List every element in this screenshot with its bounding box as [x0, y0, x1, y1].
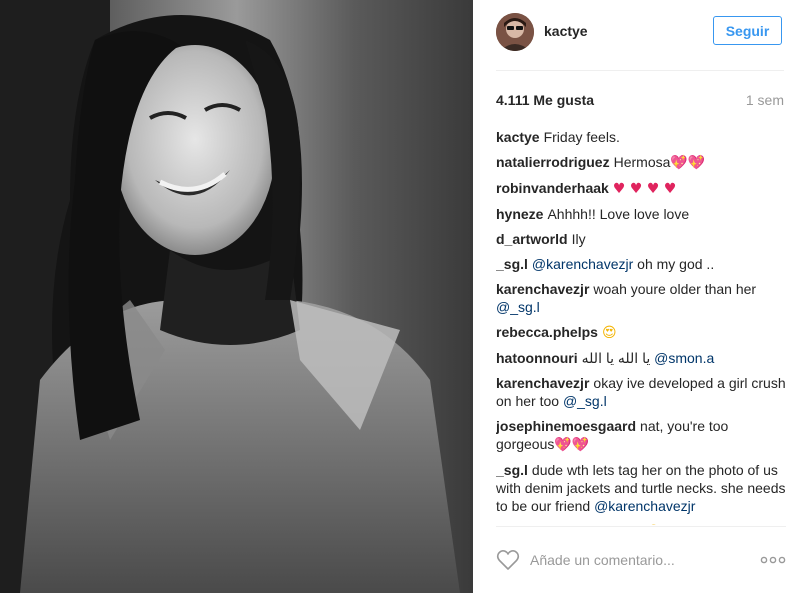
comment-item: hyneze Ahhhh!! Love love love [496, 205, 786, 223]
follow-button[interactable]: Seguir [713, 16, 782, 45]
comment-item: d_artworld Ily [496, 230, 786, 248]
post-header: kactye Seguir [496, 0, 784, 71]
comment-mention[interactable]: @_sg.l [563, 393, 607, 409]
comments-list: kactye Friday feels. natalierrodriguez Herm… [496, 128, 786, 525]
comment-item: natalierrodriguez Hermosa💖💖 [496, 153, 786, 172]
comment-author[interactable]: _sg.l [496, 462, 528, 478]
comment-author[interactable]: robinvanderhaak [496, 180, 609, 196]
post-side-panel: kactye Seguir 4.111 Me gusta 1 sem kacty… [473, 0, 803, 593]
comment-emoji: 😍 [601, 325, 617, 341]
post-photo[interactable] [0, 0, 473, 593]
comment-item: _sg.l dude wth lets tag her on the photo … [496, 461, 786, 515]
comment-author[interactable]: hyneze [496, 206, 543, 222]
comment-text: يا الله يا الله [581, 350, 655, 366]
comment-item: kookiearaya Gorgeous 😍 [496, 522, 786, 525]
comment-author[interactable]: _sg.l [496, 256, 528, 272]
comment-author[interactable]: kactye [496, 129, 540, 145]
comment-text: Gorgeous [581, 523, 646, 525]
comment-text: oh my god .. [633, 256, 715, 272]
comment-item: _sg.l @karenchavezjr oh my god .. [496, 255, 786, 273]
comment-author[interactable]: hatoonnouri [496, 350, 578, 366]
comment-item: robinvanderhaak ♥ ♥ ♥ ♥ [496, 179, 786, 198]
comment-item: karenchavezjr woah youre older than her @… [496, 280, 786, 316]
post-username[interactable]: kactye [544, 23, 588, 39]
comment-author[interactable]: d_artworld [496, 231, 568, 247]
comment-mention[interactable]: @smon.a [654, 350, 714, 366]
comment-item: josephinemoesgaard nat, you're too gorgeo… [496, 417, 786, 454]
comment-author[interactable]: karenchavezjr [496, 281, 589, 297]
comment-text: Hermosa [613, 154, 671, 170]
comment-text: Friday feels. [543, 129, 620, 145]
comment-emoji: 😍 [646, 524, 661, 525]
comment-text: woah youre older than her [593, 281, 757, 297]
more-options-icon[interactable] [760, 551, 786, 569]
add-comment-bar [496, 526, 786, 594]
comment-emoji: 💖💖 [670, 155, 706, 171]
avatar-image [496, 13, 534, 51]
comment-text: Ahhhh!! Love love love [547, 206, 690, 222]
heart-outline-icon[interactable] [496, 549, 520, 571]
comment-item: hatoonnouri يا الله يا الله @smon.a [496, 349, 786, 367]
comment-item: rebecca.phelps 😍 [496, 323, 786, 342]
comment-mention[interactable]: @karenchavezjr [532, 256, 633, 272]
comment-emoji: ♥ ♥ ♥ ♥ [612, 181, 677, 197]
comment-mention[interactable]: @karenchavezjr [594, 498, 695, 514]
comment-input[interactable] [530, 549, 740, 571]
comment-text: Ily [571, 231, 586, 247]
comment-emoji: 💖💖 [554, 437, 590, 453]
photo-image [0, 0, 473, 593]
likes-count[interactable]: 4.111 Me gusta [496, 92, 594, 108]
comment-author[interactable]: natalierrodriguez [496, 154, 610, 170]
comment-mention[interactable]: @_sg.l [496, 299, 540, 315]
comment-author[interactable]: josephinemoesgaard [496, 418, 636, 434]
avatar[interactable] [496, 13, 534, 51]
comment-item: kactye Friday feels. [496, 128, 786, 146]
comment-author[interactable]: rebecca.phelps [496, 324, 598, 340]
comment-author[interactable]: karenchavezjr [496, 375, 589, 391]
post-timestamp[interactable]: 1 sem [746, 92, 784, 108]
comment-item: karenchavezjr okay ive developed a girl c… [496, 374, 786, 410]
comment-author[interactable]: kookiearaya [496, 523, 577, 525]
